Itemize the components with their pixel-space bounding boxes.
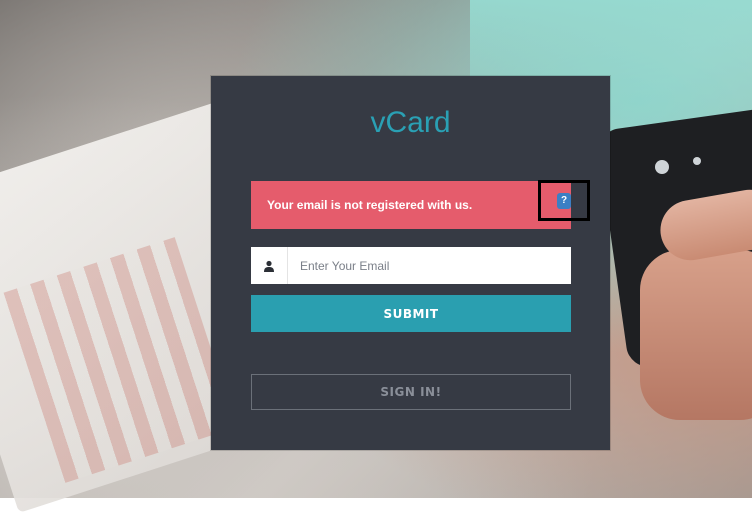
app-title: vCard: [370, 106, 451, 139]
alert-close-button[interactable]: ?: [538, 180, 590, 221]
submit-button[interactable]: SUBMIT: [251, 295, 571, 332]
email-field-group: [251, 247, 571, 284]
background-hand: [640, 250, 752, 420]
error-alert-message: Your email is not registered with us.: [267, 198, 473, 212]
user-icon: [251, 247, 288, 284]
email-input[interactable]: [288, 247, 571, 284]
error-alert: Your email is not registered with us.: [251, 181, 571, 229]
background-phone-flash: [693, 157, 701, 165]
sign-in-button[interactable]: SIGN IN!: [251, 374, 571, 410]
background-phone-camera: [655, 160, 669, 174]
close-icon: ?: [557, 192, 571, 209]
